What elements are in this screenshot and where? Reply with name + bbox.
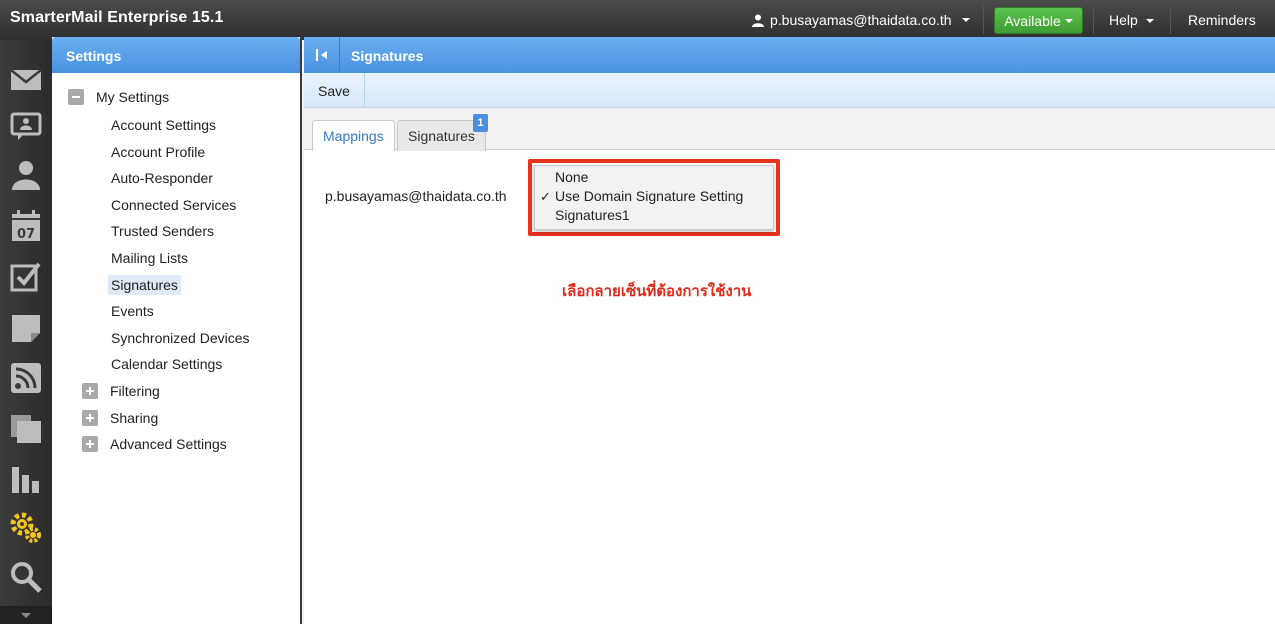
- dropdown-option-none[interactable]: None: [535, 168, 773, 187]
- tree-group-my-settings[interactable]: My Settings: [68, 86, 169, 108]
- main-panel: Signatures Save Mappings Signatures 1 p.…: [304, 37, 1275, 624]
- user-email: p.busayamas@thaidata.co.th: [770, 12, 952, 28]
- user-menu[interactable]: p.busayamas@thaidata.co.th: [752, 12, 970, 28]
- save-button[interactable]: Save: [304, 73, 365, 108]
- collapse-icon[interactable]: [68, 89, 84, 105]
- settings-panel: Settings My Settings Account Settings Ac…: [52, 37, 302, 624]
- check-icon: ✓: [540, 189, 551, 204]
- expand-icon[interactable]: [82, 410, 98, 426]
- dropdown-option-signatures1[interactable]: Signatures1: [535, 206, 773, 225]
- tree-item-account-profile[interactable]: Account Profile: [108, 141, 208, 163]
- settings-icon[interactable]: [8, 510, 44, 546]
- toolbar: Save: [304, 73, 1275, 108]
- tree-group-label: Filtering: [110, 383, 160, 399]
- tree-group-label: My Settings: [96, 89, 170, 105]
- chevron-down-icon: [1145, 19, 1154, 24]
- tree-item-calendar-settings[interactable]: Calendar Settings: [108, 353, 225, 375]
- mail-icon[interactable]: [8, 60, 44, 96]
- search-icon[interactable]: [8, 559, 44, 595]
- rail-scroll-down[interactable]: [0, 606, 52, 624]
- divider: [1093, 6, 1094, 34]
- collapse-panel-button[interactable]: [304, 37, 340, 73]
- dropdown-option-domain-signature[interactable]: ✓ Use Domain Signature Setting: [535, 187, 773, 206]
- tree-item-signatures[interactable]: Signatures: [108, 274, 181, 296]
- tree-item-auto-responder[interactable]: Auto-Responder: [108, 167, 216, 189]
- chat-icon[interactable]: [8, 108, 44, 144]
- tree-item-trusted-senders[interactable]: Trusted Senders: [108, 220, 217, 242]
- reports-icon[interactable]: [8, 460, 44, 496]
- top-bar: SmarterMail Enterprise 15.1 p.busayamas@…: [0, 0, 1275, 40]
- status-button[interactable]: Available: [994, 7, 1083, 34]
- expand-icon[interactable]: [82, 436, 98, 452]
- expand-icon[interactable]: [82, 383, 98, 399]
- help-menu[interactable]: Help: [1109, 12, 1154, 28]
- tasks-icon[interactable]: [8, 259, 44, 295]
- tab-bar: Mappings Signatures 1: [304, 108, 1275, 151]
- divider: [983, 6, 984, 34]
- tree-group-advanced-settings[interactable]: Advanced Settings: [82, 433, 227, 455]
- tree-item-events[interactable]: Events: [108, 300, 157, 322]
- settings-panel-title: Settings: [52, 37, 300, 73]
- user-icon: [752, 14, 764, 27]
- main-header: Signatures: [304, 37, 1275, 73]
- status-label: Available: [1004, 12, 1061, 29]
- calendar-day: 07: [17, 227, 35, 242]
- tab-label: Mappings: [323, 128, 384, 144]
- tree-item-mailing-lists[interactable]: Mailing Lists: [108, 247, 191, 269]
- tree-group-label: Advanced Settings: [110, 436, 227, 452]
- tree-group-label: Sharing: [110, 410, 159, 426]
- calendar-icon[interactable]: 07: [8, 208, 44, 244]
- reminders-button[interactable]: Reminders: [1188, 12, 1256, 28]
- chevron-down-icon: [961, 18, 970, 22]
- tree-group-sharing[interactable]: Sharing: [82, 407, 158, 429]
- rss-icon[interactable]: [8, 360, 44, 396]
- tree-group-filtering[interactable]: Filtering: [82, 380, 160, 402]
- tab-label: Signatures: [408, 128, 475, 144]
- files-icon[interactable]: [8, 410, 44, 446]
- tree-item-account-settings[interactable]: Account Settings: [108, 114, 219, 136]
- app-title: SmarterMail Enterprise 15.1: [10, 9, 224, 26]
- chevron-down-icon: [1064, 18, 1073, 23]
- signature-dropdown-menu[interactable]: None ✓ Use Domain Signature Setting Sign…: [534, 165, 774, 230]
- count-badge: 1: [472, 114, 488, 132]
- help-label: Help: [1109, 12, 1138, 28]
- page-title: Signatures: [351, 48, 424, 64]
- annotation-text: เลือกลายเซ็นที่ต้องการใช้งาน: [562, 283, 752, 300]
- app-nav-rail: 07: [0, 40, 52, 624]
- tab-signatures[interactable]: Signatures 1: [397, 114, 488, 151]
- tree-item-connected-services[interactable]: Connected Services: [108, 194, 239, 216]
- chevron-down-icon: [21, 612, 31, 618]
- tree-item-synchronized-devices[interactable]: Synchronized Devices: [108, 327, 253, 349]
- highlight-box: None ✓ Use Domain Signature Setting Sign…: [528, 159, 780, 236]
- divider: [1170, 6, 1171, 34]
- mapping-email-label: p.busayamas@thaidata.co.th: [325, 188, 507, 204]
- contacts-icon[interactable]: [8, 157, 44, 193]
- collapse-left-icon: [315, 49, 327, 61]
- notes-icon[interactable]: [8, 310, 44, 346]
- tab-mappings[interactable]: Mappings: [312, 120, 395, 151]
